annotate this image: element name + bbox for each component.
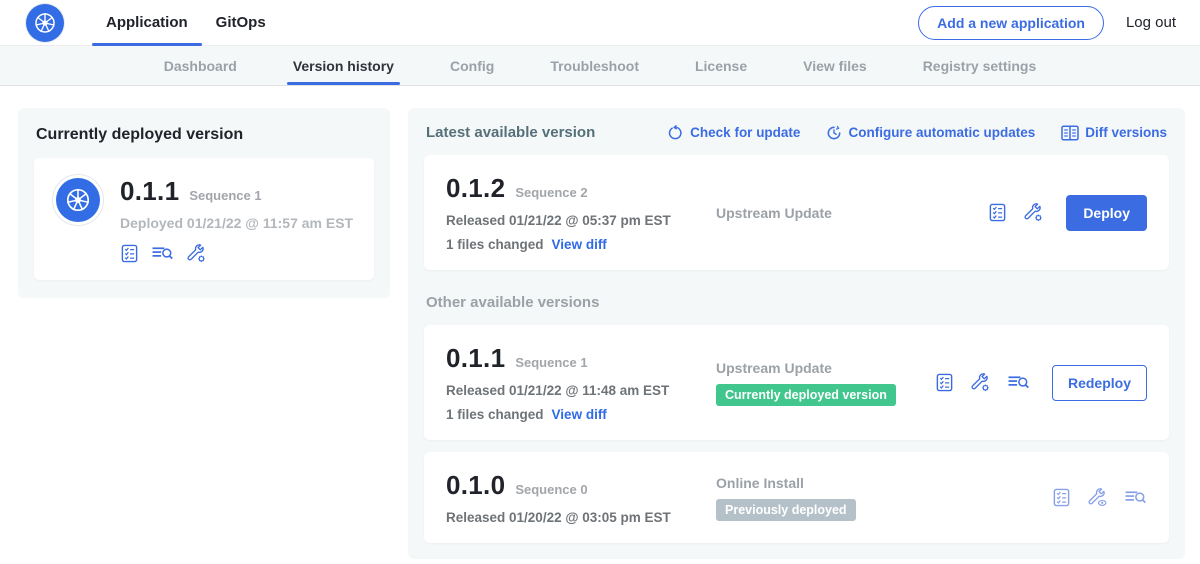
logs-search-icon[interactable] <box>1124 488 1147 507</box>
tab-gitops[interactable]: GitOps <box>202 0 280 45</box>
version-sequence: Sequence 0 <box>515 482 587 497</box>
version-info: 0.1.2 Sequence 2 Released 01/21/22 @ 05:… <box>446 173 704 252</box>
app-subnav: Dashboard Version history Config Trouble… <box>0 46 1200 86</box>
version-info: 0.1.1 Sequence 1 Released 01/21/22 @ 11:… <box>446 343 704 422</box>
latest-header: Latest available version Check for updat… <box>426 124 1167 141</box>
diff-split-icon <box>1061 125 1079 141</box>
latest-available-title: Latest available version <box>426 124 595 141</box>
redeploy-button[interactable]: Redeploy <box>1052 365 1147 401</box>
version-actions: Deploy <box>988 195 1147 231</box>
currently-deployed-panel: Currently deployed version 0.1.1 Sequenc… <box>18 108 390 298</box>
version-actions <box>1052 487 1147 508</box>
version-source: Online Install Previously deployed <box>704 475 1052 521</box>
logs-search-icon[interactable] <box>151 244 174 263</box>
config-wrench-gear-icon[interactable] <box>186 243 207 264</box>
config-wrench-gear-icon[interactable] <box>970 372 991 393</box>
kubernetes-logo-icon[interactable] <box>26 4 64 42</box>
header-right: Add a new application Log out <box>918 6 1176 40</box>
version-card-0-1-2: 0.1.2 Sequence 2 Released 01/21/22 @ 05:… <box>424 155 1169 270</box>
released-timestamp: Released 01/21/22 @ 05:37 pm EST <box>446 213 704 228</box>
config-wrench-gear-icon[interactable] <box>1023 202 1044 223</box>
preflight-checklist-icon[interactable] <box>988 203 1007 222</box>
diff-versions-label: Diff versions <box>1085 125 1167 140</box>
app-logo-ring <box>52 174 104 226</box>
tab-registry-settings[interactable]: Registry settings <box>923 46 1037 85</box>
view-diff-link[interactable]: View diff <box>552 237 607 252</box>
tab-view-files[interactable]: View files <box>803 46 867 85</box>
kubernetes-logo-icon <box>56 178 100 222</box>
deployed-action-icons <box>120 243 353 264</box>
currently-deployed-card: 0.1.1 Sequence 1 Deployed 01/21/22 @ 11:… <box>34 158 374 280</box>
configure-automatic-updates-label: Configure automatic updates <box>848 125 1035 140</box>
deployed-timestamp: Deployed 01/21/22 @ 11:57 am EST <box>120 215 353 231</box>
latest-actions: Check for update Configure automatic upd… <box>668 125 1167 141</box>
released-timestamp: Released 01/21/22 @ 11:48 am EST <box>446 383 704 398</box>
currently-deployed-badge: Currently deployed version <box>716 384 896 406</box>
tab-license[interactable]: License <box>695 46 747 85</box>
source-label: Upstream Update <box>716 205 988 221</box>
preflight-checklist-icon[interactable] <box>120 244 139 263</box>
version-number: 0.1.1 <box>446 343 505 374</box>
refresh-circle-icon <box>668 125 684 141</box>
version-actions: Redeploy <box>935 365 1147 401</box>
tab-application-label: Application <box>106 14 188 31</box>
diff-versions-link[interactable]: Diff versions <box>1061 125 1167 141</box>
version-source: Upstream Update <box>704 205 988 221</box>
version-card-0-1-0: 0.1.0 Sequence 0 Released 01/20/22 @ 03:… <box>424 452 1169 543</box>
app-tabs: Application GitOps <box>92 0 280 45</box>
source-label: Upstream Update <box>716 360 935 376</box>
deployed-version-number: 0.1.1 <box>120 176 179 207</box>
version-sequence: Sequence 1 <box>515 355 587 370</box>
logs-search-icon[interactable] <box>1007 373 1030 392</box>
tab-dashboard[interactable]: Dashboard <box>164 46 237 85</box>
version-number: 0.1.2 <box>446 173 505 204</box>
other-available-versions-title: Other available versions <box>426 294 1167 311</box>
previously-deployed-badge: Previously deployed <box>716 499 856 521</box>
top-header: Application GitOps Add a new application… <box>0 0 1200 46</box>
main-content: Currently deployed version 0.1.1 Sequenc… <box>0 86 1200 559</box>
view-diff-link[interactable]: View diff <box>552 407 607 422</box>
version-card-0-1-1: 0.1.1 Sequence 1 Released 01/21/22 @ 11:… <box>424 325 1169 440</box>
version-sequence: Sequence 2 <box>515 185 587 200</box>
version-source: Upstream Update Currently deployed versi… <box>704 360 935 406</box>
preflight-checklist-icon[interactable] <box>1052 488 1071 507</box>
view-wrench-eye-icon[interactable] <box>1087 487 1108 508</box>
deployed-info: 0.1.1 Sequence 1 Deployed 01/21/22 @ 11:… <box>120 174 353 264</box>
check-for-update-link[interactable]: Check for update <box>668 125 800 141</box>
tab-application[interactable]: Application <box>92 0 202 45</box>
currently-deployed-title: Currently deployed version <box>36 126 374 144</box>
deployed-sequence: Sequence 1 <box>189 188 261 203</box>
schedule-update-icon <box>826 125 842 141</box>
version-info: 0.1.0 Sequence 0 Released 01/20/22 @ 03:… <box>446 470 704 525</box>
tab-version-history[interactable]: Version history <box>293 46 394 85</box>
released-timestamp: Released 01/20/22 @ 03:05 pm EST <box>446 510 704 525</box>
version-history-panel: Latest available version Check for updat… <box>408 108 1185 559</box>
deploy-button[interactable]: Deploy <box>1066 195 1147 231</box>
tab-gitops-label: GitOps <box>216 14 266 31</box>
version-number: 0.1.0 <box>446 470 505 501</box>
logout-button[interactable]: Log out <box>1126 14 1176 31</box>
files-changed-label: 1 files changed <box>446 407 544 422</box>
add-new-application-button[interactable]: Add a new application <box>918 6 1104 40</box>
tab-config[interactable]: Config <box>450 46 494 85</box>
source-label: Online Install <box>716 475 1052 491</box>
preflight-checklist-icon[interactable] <box>935 373 954 392</box>
configure-automatic-updates-link[interactable]: Configure automatic updates <box>826 125 1035 141</box>
files-changed-label: 1 files changed <box>446 237 544 252</box>
check-for-update-label: Check for update <box>690 125 800 140</box>
tab-troubleshoot[interactable]: Troubleshoot <box>550 46 639 85</box>
